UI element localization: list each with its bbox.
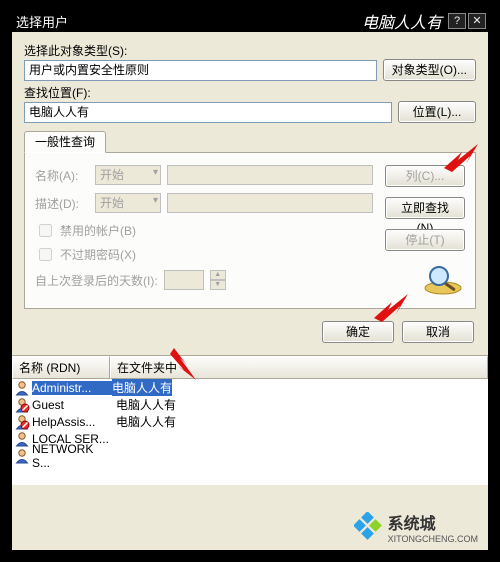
days-input[interactable] [164, 270, 204, 290]
cell-folder: 电脑人人有 [112, 413, 176, 430]
name-input[interactable] [167, 165, 373, 185]
col-rdn[interactable]: 名称 (RDN) [12, 356, 110, 379]
desc-input[interactable] [167, 193, 373, 213]
cancel-button[interactable]: 取消 [402, 321, 474, 343]
disabled-accounts-box[interactable] [39, 224, 52, 237]
find-now-button[interactable]: 立即查找(N) [385, 197, 465, 219]
brand-text: 电脑人人有 [362, 9, 442, 33]
tab-strip: 一般性查询 [24, 131, 476, 153]
stop-button[interactable]: 停止(T) [385, 229, 465, 251]
spin-down-icon[interactable]: ▼ [210, 280, 226, 290]
table-row[interactable]: Guest电脑人人有 [12, 396, 488, 413]
watermark-line2: XITONGCHENG.COM [388, 534, 478, 544]
search-icon [421, 262, 465, 298]
close-button[interactable]: ✕ [468, 13, 486, 29]
disabled-accounts-checkbox[interactable]: 禁用的帐户(B) [35, 221, 373, 240]
desc-label: 描述(D): [35, 195, 89, 212]
noexpire-checkbox[interactable]: 不过期密码(X) [35, 245, 373, 264]
location-button[interactable]: 位置(L)... [398, 101, 476, 123]
table-row[interactable]: Administr...电脑人人有 [12, 379, 488, 396]
location-label: 查找位置(F): [24, 84, 476, 101]
object-type-label: 选择此对象类型(S): [24, 42, 476, 59]
noexpire-box[interactable] [39, 248, 52, 261]
days-since-label: 自上次登录后的天数(I): [35, 272, 158, 289]
col-folder[interactable]: 在文件夹中 [110, 356, 488, 379]
noexpire-label: 不过期密码(X) [60, 246, 136, 263]
table-row[interactable]: HelpAssis...电脑人人有 [12, 413, 488, 430]
disabled-accounts-label: 禁用的帐户(B) [60, 222, 136, 239]
help-button[interactable]: ? [448, 13, 466, 29]
user-icon [14, 431, 30, 447]
location-field[interactable]: 电脑人人有 [24, 102, 392, 123]
user-icon [14, 448, 30, 464]
columns-button[interactable]: 列(C)... [385, 165, 465, 187]
user-icon [14, 380, 30, 396]
window-title: 选择用户 [16, 12, 68, 31]
object-type-field[interactable]: 用户或内置安全性原则 [24, 60, 377, 81]
watermark-logo-icon [354, 512, 384, 542]
user-icon [14, 397, 30, 413]
object-types-button[interactable]: 对象类型(O)... [383, 59, 476, 81]
name-combo[interactable]: 开始 [95, 165, 161, 185]
name-label: 名称(A): [35, 167, 89, 184]
cell-name: HelpAssis... [32, 415, 112, 429]
cell-name: Guest [32, 398, 112, 412]
spin-up-icon[interactable]: ▲ [210, 270, 226, 280]
titlebar: 选择用户 电脑人人有 ? ✕ [10, 10, 490, 32]
user-icon [14, 414, 30, 430]
table-row[interactable]: NETWORK S... [12, 447, 488, 464]
cell-name: Administr... [32, 381, 112, 395]
tab-body: 名称(A): 开始 描述(D): 开始 禁用的帐户(B) [24, 153, 476, 309]
cell-folder: 电脑人人有 [112, 396, 176, 413]
watermark: 系统城 XITONGCHENG.COM [354, 510, 478, 544]
result-list[interactable]: Administr...电脑人人有 Guest电脑人人有 HelpAssis..… [12, 379, 488, 485]
days-spinner[interactable]: ▲▼ [210, 270, 226, 290]
tab-general[interactable]: 一般性查询 [24, 131, 106, 153]
cell-name: NETWORK S... [32, 442, 112, 470]
ok-button[interactable]: 确定 [322, 321, 394, 343]
watermark-line1: 系统城 [388, 510, 478, 534]
cell-folder: 电脑人人有 [112, 379, 172, 396]
list-header: 名称 (RDN) 在文件夹中 [12, 355, 488, 379]
desc-combo[interactable]: 开始 [95, 193, 161, 213]
